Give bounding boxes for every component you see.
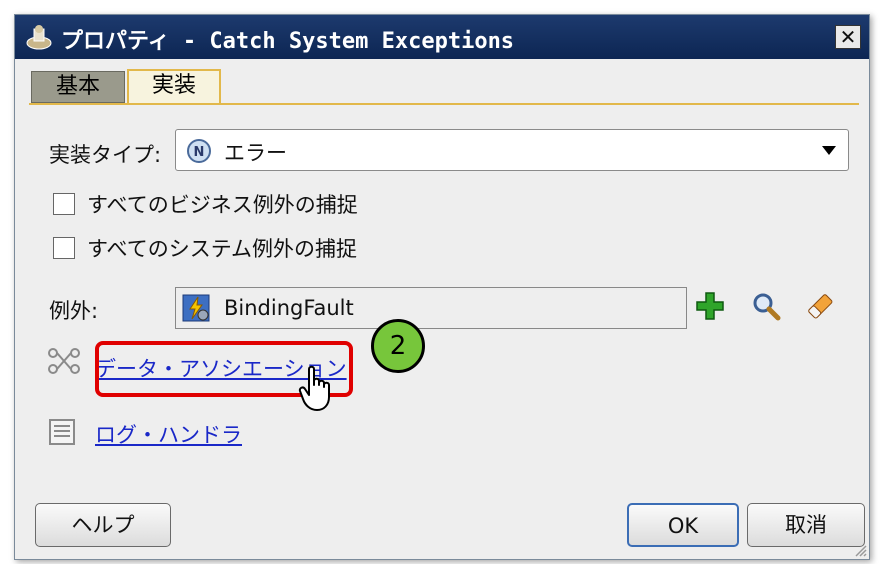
chevron-down-icon[interactable]	[822, 146, 836, 155]
svg-text:N: N	[194, 145, 205, 160]
properties-dialog: プロパティ - Catch System Exceptions ✕ 基本 実装 …	[14, 14, 870, 560]
resize-grip-icon[interactable]	[853, 543, 867, 557]
add-icon[interactable]	[695, 291, 725, 321]
exception-label: 例外:	[49, 299, 99, 323]
tab-basic[interactable]: 基本	[31, 71, 125, 103]
eraser-icon[interactable]	[805, 291, 835, 321]
catch-system-exceptions-checkbox[interactable]	[53, 237, 75, 259]
log-handler-icon	[49, 419, 75, 445]
ok-button[interactable]: OK	[627, 503, 739, 547]
properties-icon	[26, 25, 52, 50]
hand-cursor-icon	[298, 365, 330, 411]
impl-type-select[interactable]: N エラー	[175, 129, 849, 171]
cancel-button[interactable]: 取消	[747, 503, 865, 547]
window-title: プロパティ - Catch System Exceptions	[61, 29, 515, 54]
fault-icon	[182, 294, 210, 322]
data-association-icon	[48, 348, 80, 374]
log-handler-link[interactable]: ログ・ハンドラ	[95, 419, 242, 449]
catch-business-exceptions-label: すべてのビジネス例外の捕捉	[87, 193, 358, 217]
help-button[interactable]: ヘルプ	[35, 503, 171, 547]
search-icon[interactable]	[751, 291, 781, 321]
tab-implementation[interactable]: 実装	[127, 69, 221, 103]
close-button[interactable]: ✕	[835, 25, 861, 49]
exception-value: BindingFault	[224, 296, 354, 320]
catch-business-exceptions-checkbox[interactable]	[53, 193, 75, 215]
impl-type-value: エラー	[224, 141, 287, 165]
catch-system-exceptions-label: すべてのシステム例外の捕捉	[87, 237, 358, 261]
exception-field[interactable]: BindingFault	[175, 287, 687, 329]
callout-number-badge: 2	[371, 319, 425, 373]
impl-type-label: 実装タイプ:	[49, 143, 162, 167]
tab-divider	[29, 103, 859, 105]
error-type-icon: N	[187, 139, 211, 163]
title-bar[interactable]: プロパティ - Catch System Exceptions ✕	[15, 15, 869, 59]
